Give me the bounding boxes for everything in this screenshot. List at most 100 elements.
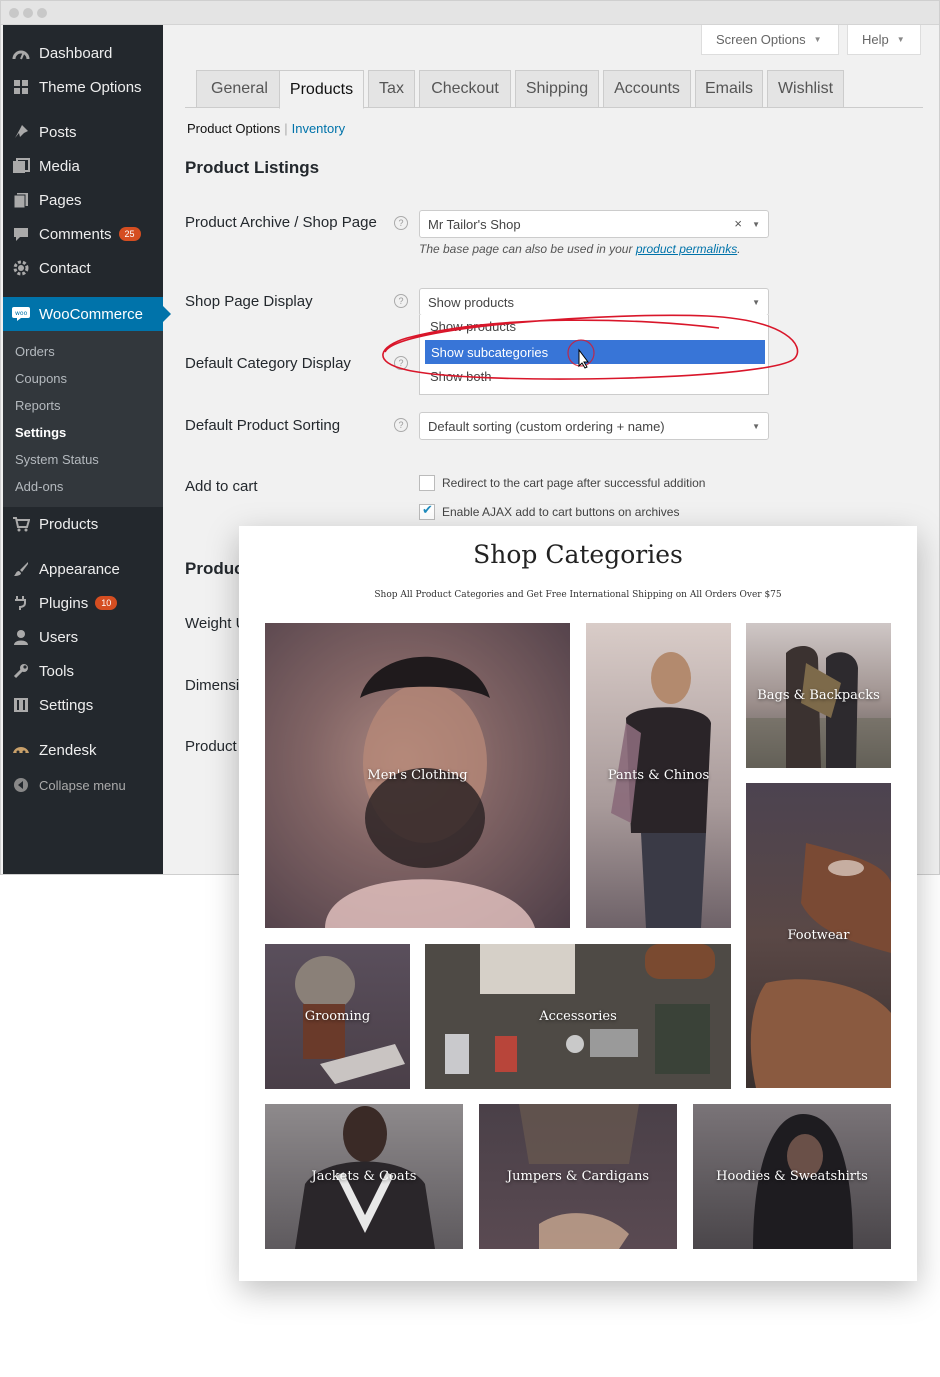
shop-page-value: Mr Tailor's Shop [428, 216, 521, 232]
menu-item-woocommerce[interactable]: woo WooCommerce [3, 297, 171, 331]
partial-label-weight: Weight U [185, 615, 247, 632]
desc-suffix: . [737, 242, 741, 256]
menu-label: Users [39, 628, 79, 646]
tab-tax[interactable]: Tax [368, 70, 415, 108]
product-permalinks-link[interactable]: product permalinks [636, 242, 737, 256]
menu-item-zendesk[interactable]: Zendesk [3, 733, 163, 767]
category-label: Pants & Chinos [607, 768, 710, 783]
tab-checkout[interactable]: Checkout [419, 70, 511, 108]
dashboard-icon [3, 45, 39, 61]
menu-label: Settings [39, 696, 94, 714]
menu-item-pages[interactable]: Pages [3, 183, 163, 217]
redirect-cart-checkbox[interactable] [419, 475, 435, 491]
sublink-product-options[interactable]: Product Options [187, 121, 280, 136]
menu-item-theme-options[interactable]: Theme Options [3, 70, 163, 104]
desc-prefix: The base page can also be used in your [419, 242, 636, 256]
field-label-shop-page: Product Archive / Shop Page [185, 214, 377, 231]
submenu-settings[interactable]: Settings [15, 425, 66, 440]
menu-item-dashboard[interactable]: Dashboard [3, 36, 163, 70]
category-tile[interactable]: Jumpers & Cardigans [479, 1104, 677, 1249]
category-label: Hoodies & Sweatshirts [716, 1169, 868, 1184]
grid-icon [3, 79, 39, 95]
submenu-orders[interactable]: Orders [15, 344, 55, 359]
field-label-add-to-cart: Add to cart [185, 478, 258, 495]
category-tile[interactable]: Accessories [425, 944, 731, 1089]
settings-tabs: General Products Tax Checkout Shipping A… [185, 70, 923, 109]
category-label: Accessories [539, 1009, 617, 1024]
submenu-reports[interactable]: Reports [15, 398, 61, 413]
category-tile[interactable]: Men's Clothing [265, 623, 570, 928]
category-label: Grooming [304, 1009, 371, 1024]
brush-icon [3, 561, 39, 577]
shop-categories-preview: Shop Categories Shop All Product Categor… [239, 526, 917, 1281]
section-sublinks: Product Options | Inventory [187, 121, 345, 136]
help-button[interactable]: Help ▼ [847, 25, 921, 55]
menu-item-products[interactable]: Products [3, 507, 163, 541]
window-zoom-dot[interactable] [37, 8, 47, 18]
zendesk-icon [3, 743, 39, 757]
tab-emails[interactable]: Emails [695, 70, 763, 108]
clear-icon[interactable]: × [734, 216, 742, 231]
menu-item-plugins[interactable]: Plugins 10 [3, 586, 163, 620]
category-tile[interactable]: Jackets & Coats [265, 1104, 463, 1249]
sorting-value: Default sorting (custom ordering + name) [428, 418, 665, 434]
window-minimize-dot[interactable] [23, 8, 33, 18]
chevron-down-icon: ▼ [813, 35, 822, 44]
sublink-inventory[interactable]: Inventory [292, 121, 345, 136]
sorting-select[interactable]: Default sorting (custom ordering + name)… [419, 412, 769, 440]
ajax-add-to-cart-checkbox[interactable]: ✔ [419, 502, 435, 520]
menu-item-posts[interactable]: Posts [3, 115, 163, 149]
menu-item-media[interactable]: Media [3, 149, 163, 183]
menu-item-collapse[interactable]: Collapse menu [3, 768, 163, 802]
help-tip-icon[interactable]: ? [394, 216, 408, 230]
help-tip-icon[interactable]: ? [394, 418, 408, 432]
admin-sidebar: Dashboard Theme Options Posts Media Page… [3, 25, 171, 874]
tab-products[interactable]: Products [279, 70, 364, 109]
submenu-system-status[interactable]: System Status [15, 452, 99, 467]
submenu-coupons[interactable]: Coupons [15, 371, 67, 386]
field-label-sorting: Default Product Sorting [185, 417, 341, 434]
menu-label: Contact [39, 259, 91, 277]
tab-wishlist[interactable]: Wishlist [767, 70, 844, 108]
sublink-separator: | [284, 121, 288, 136]
menu-label: Media [39, 157, 80, 175]
pointer-cursor-icon [567, 339, 595, 369]
menu-item-appearance[interactable]: Appearance [3, 552, 163, 586]
submenu-add-ons[interactable]: Add-ons [15, 479, 63, 494]
category-tile[interactable]: Bags & Backpacks [746, 623, 891, 768]
chevron-down-icon: ▼ [752, 220, 760, 229]
screen-options-label: Screen Options [716, 32, 806, 47]
menu-item-contact[interactable]: Contact [3, 251, 163, 285]
menu-item-users[interactable]: Users [3, 620, 163, 654]
section-title: Product Listings [185, 158, 320, 177]
screen-options-button[interactable]: Screen Options ▼ [701, 25, 839, 55]
tab-shipping[interactable]: Shipping [515, 70, 599, 108]
cart-icon [3, 516, 39, 532]
menu-item-comments[interactable]: Comments 25 [3, 217, 163, 251]
category-tile[interactable]: Grooming [265, 944, 410, 1089]
category-label: Men's Clothing [367, 768, 468, 783]
wrench-icon [3, 663, 39, 679]
partial-section-title: Produc [185, 559, 244, 578]
menu-item-tools[interactable]: Tools [3, 654, 163, 688]
plugins-count-badge: 10 [95, 596, 118, 610]
tab-general[interactable]: General [196, 70, 283, 108]
tab-accounts[interactable]: Accounts [603, 70, 691, 108]
category-tile[interactable]: Pants & Chinos [586, 623, 731, 928]
shop-page-select[interactable]: Mr Tailor's Shop × ▼ [419, 210, 769, 238]
field-label-category-display: Default Category Display [185, 355, 351, 372]
help-label: Help [862, 32, 889, 47]
menu-item-settings[interactable]: Settings [3, 688, 163, 722]
chevron-down-icon: ▼ [752, 422, 760, 431]
category-tile[interactable]: Hoodies & Sweatshirts [693, 1104, 891, 1249]
category-label: Jumpers & Cardigans [506, 1169, 650, 1184]
comments-count-badge: 25 [118, 227, 141, 241]
window-close-dot[interactable] [9, 8, 19, 18]
shop-subtitle: Shop All Product Categories and Get Free… [374, 590, 782, 600]
menu-label: Appearance [39, 560, 120, 578]
collapse-icon [3, 777, 39, 793]
category-label: Bags & Backpacks [757, 688, 880, 703]
category-tile[interactable]: Footwear [746, 783, 891, 1088]
settings-icon [3, 697, 39, 713]
menu-label: Dashboard [39, 44, 113, 62]
